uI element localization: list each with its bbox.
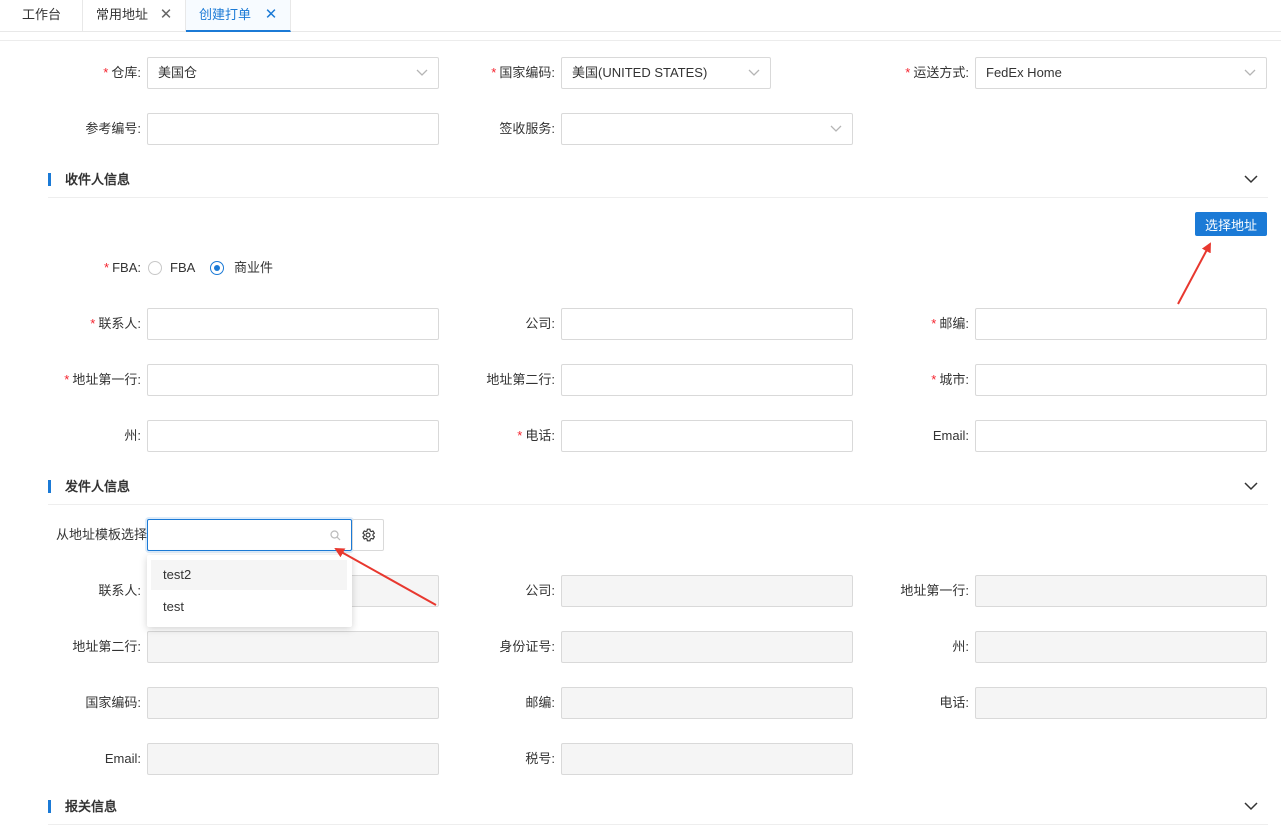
shipping-method-select[interactable]: FedEx Home	[975, 57, 1267, 89]
recipient-postcode-input[interactable]	[975, 308, 1267, 340]
fba-radio-label[interactable]: FBA	[170, 258, 195, 278]
country-code-select[interactable]: 美国(UNITED STATES)	[561, 57, 771, 89]
sender-tax-no-label: 税号:	[525, 751, 555, 766]
recipient-phone-input[interactable]	[561, 420, 853, 452]
sender-company-label: 公司:	[525, 583, 555, 598]
divider	[0, 40, 1281, 41]
sender-postcode-label: 邮编:	[525, 695, 555, 710]
recipient-contact-label: * 联系人:	[90, 316, 141, 331]
recipient-section-header[interactable]: 收件人信息	[0, 167, 1281, 198]
sender-company-input	[561, 575, 853, 607]
chevron-down-icon	[1244, 69, 1256, 76]
sender-state-label: 州:	[952, 639, 969, 654]
section-marker	[48, 800, 51, 813]
address-template-dropdown: test2 test	[147, 555, 352, 627]
sender-email-label: Email:	[104, 751, 141, 766]
signature-service-select[interactable]	[561, 113, 853, 145]
recipient-city-input[interactable]	[975, 364, 1267, 396]
sender-phone-input	[975, 687, 1267, 719]
signature-service-label: 签收服务:	[499, 121, 555, 136]
recipient-city-label: * 城市:	[931, 372, 969, 387]
divider	[48, 197, 1268, 198]
recipient-address1-label: * 地址第一行:	[64, 372, 141, 387]
sender-address1-label: 地址第一行:	[900, 583, 969, 598]
chevron-down-icon[interactable]	[1244, 801, 1258, 811]
section-title: 报关信息	[65, 799, 118, 814]
select-address-button[interactable]: 选择地址	[1195, 212, 1267, 236]
recipient-address1-input[interactable]	[147, 364, 439, 396]
tab-bar: 工作台 常用地址 ✕ 创建打单 ✕	[0, 0, 1281, 32]
divider	[48, 504, 1268, 505]
sender-phone-label: 电话:	[939, 695, 969, 710]
recipient-postcode-label: * 邮编:	[931, 316, 969, 331]
tab-label: 工作台	[22, 7, 62, 22]
tab-label: 创建打单	[199, 7, 252, 22]
section-title: 发件人信息	[65, 479, 131, 494]
sender-address2-input	[147, 631, 439, 663]
commercial-radio[interactable]	[210, 261, 224, 275]
recipient-email-label: Email:	[932, 428, 969, 443]
section-marker	[48, 480, 51, 493]
sender-address1-input	[975, 575, 1267, 607]
reference-no-input[interactable]	[147, 113, 439, 145]
warehouse-label: * 仓库:	[103, 65, 141, 80]
tab-label: 常用地址	[96, 7, 149, 22]
sender-tax-no-input	[561, 743, 853, 775]
sender-address2-label: 地址第二行:	[72, 639, 141, 654]
reference-no-label: 参考编号:	[85, 121, 141, 136]
dropdown-option[interactable]: test2	[151, 560, 347, 590]
address-template-search-input[interactable]	[147, 519, 352, 551]
chevron-down-icon	[416, 69, 428, 76]
sender-section-header[interactable]: 发件人信息	[0, 474, 1281, 505]
chevron-down-icon	[830, 125, 842, 132]
recipient-company-input[interactable]	[561, 308, 853, 340]
chevron-down-icon[interactable]	[1244, 481, 1258, 491]
warehouse-value: 美国仓	[158, 65, 198, 80]
fba-label: * FBA:	[104, 260, 141, 275]
shipping-method-label: * 运送方式:	[905, 65, 969, 80]
dropdown-option[interactable]: test	[151, 592, 347, 622]
sender-state-input	[975, 631, 1267, 663]
tab-common-address[interactable]: 常用地址 ✕	[83, 0, 186, 32]
section-marker	[48, 173, 51, 186]
commercial-radio-label[interactable]: 商业件	[234, 258, 273, 278]
sender-country-code-input	[147, 687, 439, 719]
divider	[48, 824, 1268, 825]
tab-workbench[interactable]: 工作台	[0, 0, 83, 32]
recipient-email-input[interactable]	[975, 420, 1267, 452]
sender-country-code-label: 国家编码:	[85, 695, 141, 710]
recipient-company-label: 公司:	[525, 316, 555, 331]
recipient-state-label: 州:	[124, 428, 141, 443]
country-code-value: 美国(UNITED STATES)	[572, 65, 708, 80]
chevron-down-icon[interactable]	[1244, 174, 1258, 184]
section-title: 收件人信息	[65, 172, 131, 187]
recipient-address2-input[interactable]	[561, 364, 853, 396]
recipient-phone-label: * 电话:	[517, 428, 555, 443]
sender-contact-label: 联系人:	[98, 583, 141, 598]
recipient-contact-input[interactable]	[147, 308, 439, 340]
sender-id-number-input	[561, 631, 853, 663]
close-icon[interactable]: ✕	[159, 0, 173, 30]
customs-section-header[interactable]: 报关信息	[0, 794, 1281, 825]
annotation-arrow	[1177, 242, 1211, 305]
address-template-label: 从地址模板选择	[55, 527, 147, 542]
chevron-down-icon	[748, 69, 760, 76]
warehouse-select[interactable]: 美国仓	[147, 57, 439, 89]
sender-id-number-label: 身份证号:	[499, 639, 555, 654]
sender-email-input	[147, 743, 439, 775]
recipient-address2-label: 地址第二行:	[486, 372, 555, 387]
template-settings-button[interactable]	[352, 519, 384, 551]
sender-postcode-input	[561, 687, 853, 719]
recipient-state-input[interactable]	[147, 420, 439, 452]
country-code-label: * 国家编码:	[491, 65, 555, 80]
tab-create-label[interactable]: 创建打单 ✕	[186, 0, 291, 32]
fba-radio[interactable]	[148, 261, 162, 275]
close-icon[interactable]: ✕	[264, 0, 278, 30]
shipping-method-value: FedEx Home	[986, 65, 1062, 80]
gear-icon	[362, 528, 375, 542]
search-icon	[330, 530, 341, 541]
